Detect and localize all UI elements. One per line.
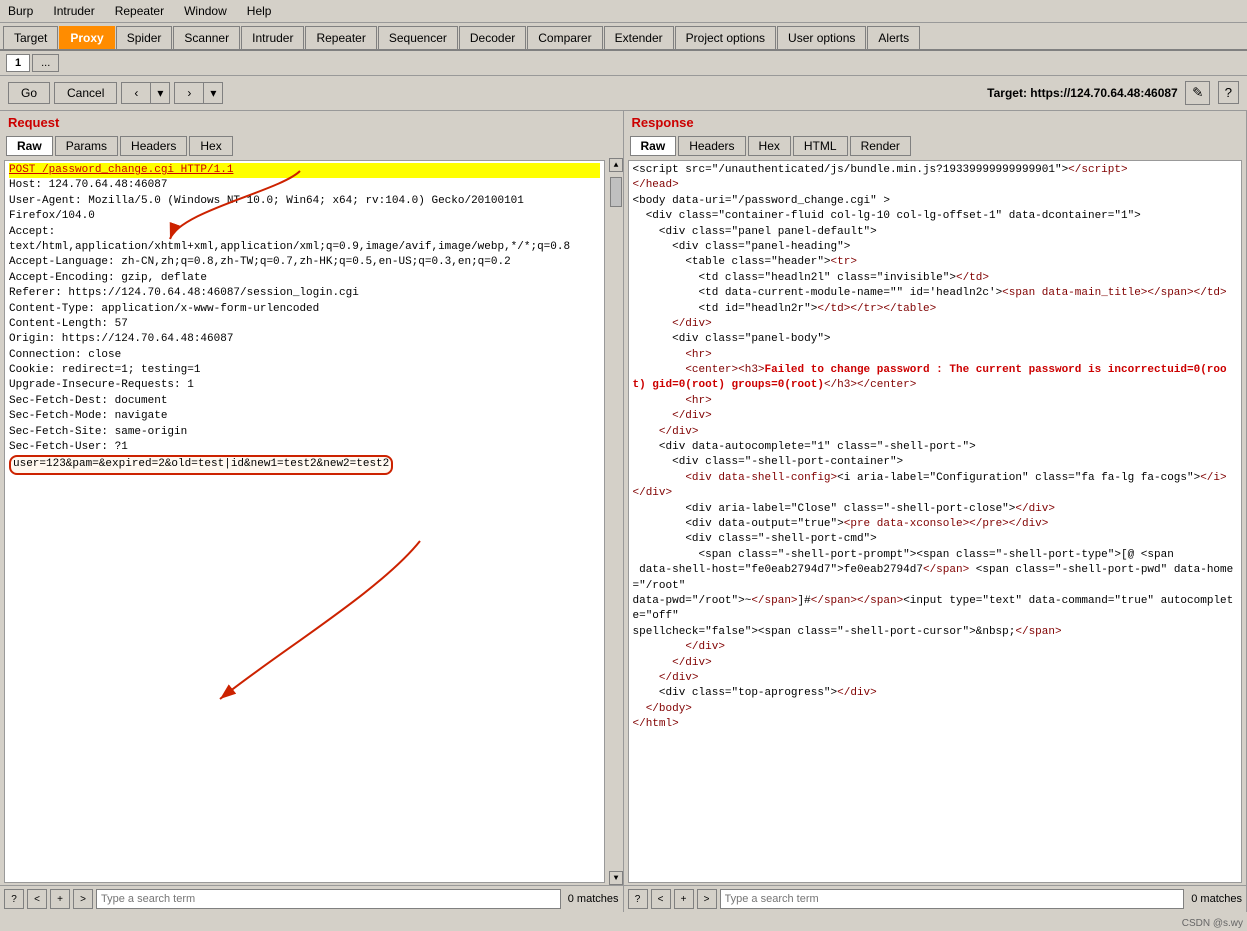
target-info: Target: https://124.70.64.48:46087 ✎ ? — [987, 81, 1239, 105]
back-button[interactable]: ‹ — [121, 82, 150, 104]
scroll-up-btn[interactable]: ▲ — [609, 158, 623, 172]
target-url: https://124.70.64.48:46087 — [1030, 86, 1177, 100]
watermark: CSDN @s.wy — [1182, 918, 1243, 929]
request-search-input[interactable] — [96, 889, 561, 909]
request-prev-btn[interactable]: < — [27, 889, 47, 909]
help-button[interactable]: ? — [1218, 81, 1239, 104]
subtab-1[interactable]: 1 — [6, 54, 30, 72]
response-tab-html[interactable]: HTML — [793, 136, 848, 156]
request-tab-hex[interactable]: Hex — [189, 136, 232, 156]
request-tabs: Raw Params Headers Hex — [0, 134, 623, 158]
response-tab-raw[interactable]: Raw — [630, 136, 677, 156]
tab-scanner[interactable]: Scanner — [173, 26, 240, 49]
tab-spider[interactable]: Spider — [116, 26, 173, 49]
main-tab-bar: Target Proxy Spider Scanner Intruder Rep… — [0, 23, 1247, 51]
menu-burp[interactable]: Burp — [4, 2, 37, 20]
response-content[interactable]: <script src="/unauthenticated/js/bundle.… — [628, 160, 1243, 883]
request-title: Request — [0, 111, 623, 134]
response-next-btn[interactable]: + — [674, 889, 694, 909]
response-tabs: Raw Headers Hex HTML Render — [624, 134, 1247, 158]
back-dropdown[interactable]: ▾ — [150, 82, 170, 104]
subtab-more[interactable]: ... — [32, 54, 59, 72]
response-tab-render[interactable]: Render — [850, 136, 911, 156]
menu-help[interactable]: Help — [243, 2, 276, 20]
tab-sequencer[interactable]: Sequencer — [378, 26, 458, 49]
tab-comparer[interactable]: Comparer — [527, 26, 602, 49]
edit-target-button[interactable]: ✎ — [1185, 81, 1210, 105]
menu-intruder[interactable]: Intruder — [49, 2, 98, 20]
tab-target[interactable]: Target — [3, 26, 58, 49]
request-panel: Request Raw Params Headers Hex POST /pas… — [0, 111, 624, 912]
response-search-input[interactable] — [720, 889, 1185, 909]
fwd-button[interactable]: › — [174, 82, 203, 104]
scroll-down-btn[interactable]: ▼ — [609, 871, 623, 885]
scroll-thumb[interactable] — [610, 177, 622, 207]
menu-window[interactable]: Window — [180, 2, 231, 20]
request-tab-params[interactable]: Params — [55, 136, 118, 156]
tab-repeater[interactable]: Repeater — [305, 26, 376, 49]
tab-project-options[interactable]: Project options — [675, 26, 776, 49]
response-search-options-btn[interactable]: > — [697, 889, 717, 909]
toolbar: Go Cancel ‹ ▾ › ▾ Target: https://124.70… — [0, 76, 1247, 111]
target-label: Target: — [987, 86, 1027, 100]
menu-repeater[interactable]: Repeater — [111, 2, 168, 20]
fwd-button-group: › ▾ — [174, 82, 223, 104]
request-tab-headers[interactable]: Headers — [120, 136, 187, 156]
response-help-btn[interactable]: ? — [628, 889, 648, 909]
tab-intruder[interactable]: Intruder — [241, 26, 304, 49]
request-tab-raw[interactable]: Raw — [6, 136, 53, 156]
response-panel: Response Raw Headers Hex HTML Render <sc… — [624, 111, 1247, 912]
request-search-options-btn[interactable]: > — [73, 889, 93, 909]
scroll-track[interactable] — [609, 172, 623, 871]
response-tab-hex[interactable]: Hex — [748, 136, 791, 156]
fwd-dropdown[interactable]: ▾ — [203, 82, 223, 104]
go-button[interactable]: Go — [8, 82, 50, 104]
tab-proxy[interactable]: Proxy — [59, 26, 114, 49]
response-prev-btn[interactable]: < — [651, 889, 671, 909]
request-search-bar: ? < + > 0 matches — [0, 885, 623, 912]
menu-bar: Burp Intruder Repeater Window Help — [0, 0, 1247, 23]
cancel-button[interactable]: Cancel — [54, 82, 117, 104]
response-tab-headers[interactable]: Headers — [678, 136, 745, 156]
tab-extender[interactable]: Extender — [604, 26, 674, 49]
tab-alerts[interactable]: Alerts — [867, 26, 920, 49]
request-matches: 0 matches — [568, 893, 619, 905]
tab-decoder[interactable]: Decoder — [459, 26, 526, 49]
request-next-btn[interactable]: + — [50, 889, 70, 909]
response-matches: 0 matches — [1191, 893, 1242, 905]
request-help-btn[interactable]: ? — [4, 889, 24, 909]
subtab-row: 1 ... — [0, 51, 1247, 76]
tab-user-options[interactable]: User options — [777, 26, 866, 49]
main-content: Request Raw Params Headers Hex POST /pas… — [0, 111, 1247, 912]
request-content[interactable]: POST /password_change.cgi HTTP/1.1Host: … — [4, 160, 605, 883]
back-button-group: ‹ ▾ — [121, 82, 170, 104]
response-title: Response — [624, 111, 1247, 134]
request-scrollbar[interactable]: ▲ ▼ — [609, 158, 623, 885]
response-search-bar: ? < + > 0 matches — [624, 885, 1247, 912]
